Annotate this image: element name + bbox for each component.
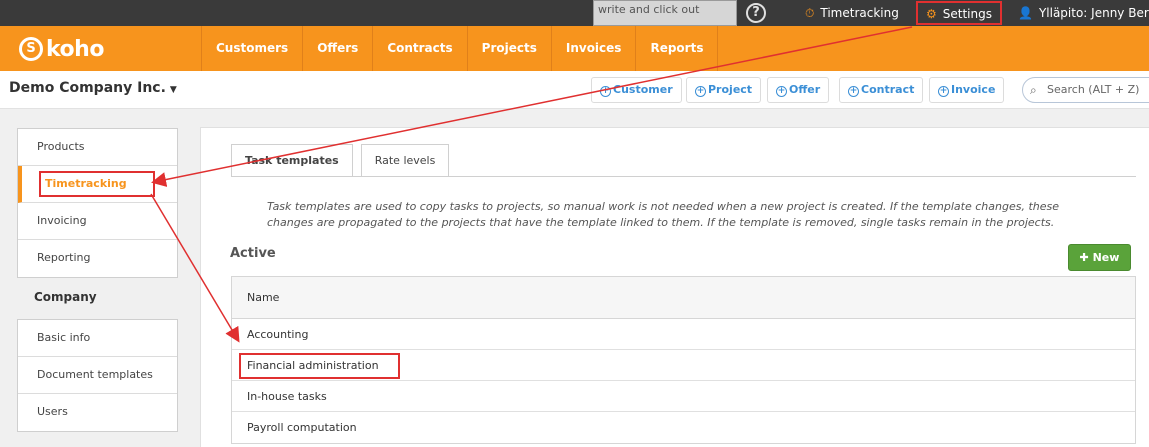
company-selector[interactable]: Demo Company Inc. ▼ <box>9 80 177 96</box>
company-bar: Demo Company Inc. ▼ + Customer + Project + O… <box>0 71 1149 109</box>
company-heading: Company <box>34 290 97 304</box>
sidebar-item-label: Users <box>37 405 68 418</box>
tab-task-templates[interactable]: Task templates <box>231 144 353 177</box>
nav-invoices[interactable]: Invoices <box>552 26 637 71</box>
sidebar-item-document-templates[interactable]: Document templates <box>18 357 177 394</box>
user-label: Ylläpito: Jenny Berg <box>1038 6 1149 20</box>
quick-note-input[interactable]: write and click out <box>593 0 737 26</box>
plus-circle-icon: + <box>695 86 706 97</box>
company-menu: Basic info Document templates Users <box>17 319 178 432</box>
tab-bar: Task templates Rate levels <box>231 144 457 177</box>
sidebar-item-label: Products <box>37 140 85 153</box>
sidebar-item-users[interactable]: Users <box>18 394 177 431</box>
plus-circle-icon: + <box>848 86 859 97</box>
help-icon[interactable]: ? <box>746 3 766 23</box>
add-invoice-button[interactable]: + Invoice <box>929 77 1005 103</box>
table-row[interactable]: Payroll computation <box>232 412 1135 443</box>
sidebar-item-label: Timetracking <box>39 171 155 197</box>
row-name: Financial administration <box>239 353 400 379</box>
tab-rate-levels[interactable]: Rate levels <box>360 144 450 177</box>
search-placeholder: Search (ALT + Z) <box>1047 83 1140 96</box>
sidebar-item-basic-info[interactable]: Basic info <box>18 320 177 357</box>
row-name: Payroll computation <box>247 421 357 434</box>
nav-offers[interactable]: Offers <box>303 26 374 71</box>
main-panel: Task templates Rate levels Task template… <box>200 127 1149 447</box>
search-icon: ⌕ <box>1030 83 1037 97</box>
sidebar-item-invoicing[interactable]: Invoicing <box>18 203 177 240</box>
add-customer-button[interactable]: + Customer <box>591 77 682 103</box>
logo[interactable]: S koho <box>19 36 104 62</box>
table-row[interactable]: In-house tasks <box>232 381 1135 412</box>
top-bar: write and click out ? ⏱ Timetracking ⚙ Set… <box>0 0 1149 26</box>
plus-circle-icon: + <box>776 86 787 97</box>
add-contract-label: Contract <box>861 83 915 96</box>
gear-icon: ⚙ <box>926 7 937 21</box>
add-project-label: Project <box>708 83 753 96</box>
user-icon: 👤 <box>1018 6 1033 20</box>
nav-customers[interactable]: Customers <box>202 26 304 71</box>
add-customer-label: Customer <box>613 83 673 96</box>
logo-text: koho <box>46 36 104 62</box>
section-heading: Active <box>230 246 276 261</box>
sidebar-item-label: Basic info <box>37 331 91 344</box>
timetracking-link[interactable]: ⏱ Timetracking <box>805 0 899 26</box>
stopwatch-icon: ⏱ <box>805 6 815 20</box>
sidebar-item-reporting[interactable]: Reporting <box>18 240 177 277</box>
settings-label: Settings <box>942 7 992 21</box>
add-invoice-label: Invoice <box>951 83 996 96</box>
search-input[interactable]: ⌕ Search (ALT + Z) <box>1022 77 1149 103</box>
table-row[interactable]: Accounting <box>232 319 1135 350</box>
add-contract-button[interactable]: + Contract <box>839 77 924 103</box>
new-template-button[interactable]: ✚ New <box>1068 244 1131 271</box>
sidebar-item-label: Invoicing <box>37 214 87 227</box>
sidebar-item-timetracking[interactable]: Timetracking <box>18 166 177 203</box>
plus-icon: ✚ <box>1079 251 1093 264</box>
plus-circle-icon: + <box>938 86 949 97</box>
row-name: In-house tasks <box>247 390 327 403</box>
add-project-button[interactable]: + Project <box>686 77 762 103</box>
plus-circle-icon: + <box>600 86 611 97</box>
user-menu[interactable]: 👤 Ylläpito: Jenny Berg <box>1018 0 1149 26</box>
table-header-name[interactable]: Name <box>232 277 1135 319</box>
nav-projects[interactable]: Projects <box>468 26 552 71</box>
caret-down-icon: ▼ <box>169 85 177 95</box>
tab-divider <box>231 176 1136 177</box>
main-nav: S koho Customers Offers Contracts Projec… <box>0 26 1149 71</box>
nav-items: Customers Offers Contracts Projects Invo… <box>201 26 719 71</box>
nav-contracts[interactable]: Contracts <box>373 26 468 71</box>
settings-menu: Products Timetracking Invoicing Reportin… <box>17 128 178 278</box>
new-button-label: New <box>1092 251 1120 264</box>
sidebar-item-label: Reporting <box>37 251 91 264</box>
sidebar-item-products[interactable]: Products <box>18 129 177 166</box>
company-name: Demo Company Inc. <box>9 80 166 96</box>
row-name: Accounting <box>247 328 309 341</box>
sidebar-item-label: Document templates <box>37 368 153 381</box>
timetracking-label: Timetracking <box>820 6 899 20</box>
logo-mark-icon: S <box>19 37 43 61</box>
table-row[interactable]: Financial administration <box>232 350 1135 381</box>
settings-link[interactable]: ⚙ Settings <box>916 1 1002 25</box>
description-text: Task templates are used to copy tasks to… <box>267 200 1060 229</box>
add-offer-label: Offer <box>789 83 821 96</box>
add-offer-button[interactable]: + Offer <box>767 77 830 103</box>
nav-reports[interactable]: Reports <box>636 26 719 71</box>
templates-table: Name Accounting Financial administration… <box>231 276 1136 444</box>
